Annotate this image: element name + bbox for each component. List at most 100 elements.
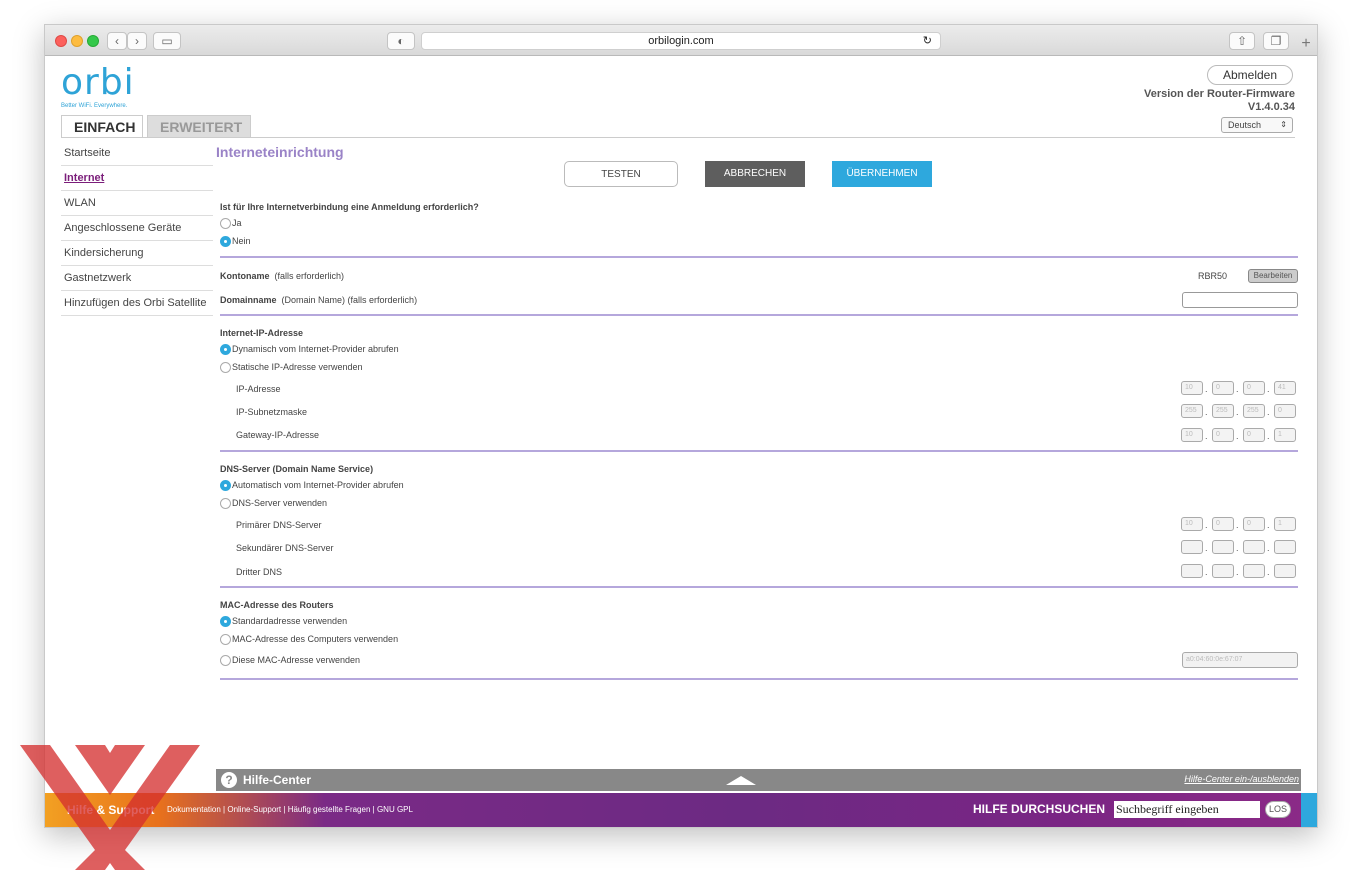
ip-octet-input[interactable]: 10 bbox=[1181, 517, 1203, 531]
online-support-link[interactable]: Online-Support bbox=[227, 805, 281, 814]
sidebar-item-wlan[interactable]: WLAN bbox=[61, 191, 213, 216]
back-button[interactable]: ‹ bbox=[107, 32, 127, 50]
cancel-button[interactable]: ABBRECHEN bbox=[705, 161, 805, 187]
help-search-label: HILFE DURCHSUCHEN bbox=[973, 802, 1105, 816]
help-search-input[interactable]: Suchbegriff eingeben bbox=[1114, 801, 1260, 818]
mac-default-radio[interactable]: Standardadresse verwenden bbox=[220, 616, 347, 627]
help-center-title: Hilfe-Center bbox=[243, 773, 312, 787]
reader-icon: ◐ bbox=[397, 34, 405, 48]
mac-computer-radio[interactable]: MAC-Adresse des Computers verwenden bbox=[220, 634, 398, 645]
sidebar-item-add-satellite[interactable]: Hinzufügen des Orbi Satellite bbox=[61, 291, 213, 316]
ip-octet-input[interactable]: 0 bbox=[1212, 428, 1234, 442]
primary-dns-input: 10. 0. 0. 1 bbox=[1181, 517, 1298, 531]
sidebar-item-internet[interactable]: Internet bbox=[61, 166, 213, 191]
reader-button[interactable]: ◐ bbox=[387, 32, 415, 50]
edit-account-button[interactable]: Bearbeiten bbox=[1248, 269, 1298, 283]
ip-octet-input[interactable]: 0 bbox=[1243, 428, 1265, 442]
minimize-window-button[interactable] bbox=[71, 35, 83, 47]
ip-octet-input[interactable]: 0 bbox=[1274, 404, 1296, 418]
chevron-left-icon: ‹ bbox=[115, 34, 119, 48]
ip-octet-input[interactable] bbox=[1181, 540, 1203, 554]
ip-octet-input[interactable]: 10 bbox=[1181, 381, 1203, 395]
ip-octet-input[interactable] bbox=[1212, 540, 1234, 554]
section-divider bbox=[220, 256, 1298, 258]
ip-static-radio[interactable]: Statische IP-Adresse verwenden bbox=[220, 362, 363, 373]
ip-octet-input[interactable]: 0 bbox=[1243, 381, 1265, 395]
ip-octet-input[interactable]: 255 bbox=[1181, 404, 1203, 418]
orbi-logo[interactable]: orbi Better WiFi. Everywhere. bbox=[61, 65, 135, 110]
tabs-button[interactable]: ❐ bbox=[1263, 32, 1289, 50]
ip-octet-input[interactable] bbox=[1212, 564, 1234, 578]
ip-octet-input[interactable]: 0 bbox=[1243, 517, 1265, 531]
url-text: orbilogin.com bbox=[648, 35, 714, 47]
domain-name-input[interactable] bbox=[1182, 292, 1298, 308]
sidebar-toggle-button[interactable]: ▭ bbox=[153, 32, 181, 50]
account-name-label: Kontoname bbox=[220, 271, 270, 281]
dns-manual-radio[interactable]: DNS-Server verwenden bbox=[220, 498, 327, 509]
dns-auto-radio[interactable]: Automatisch vom Internet-Provider abrufe… bbox=[220, 480, 404, 491]
mac-custom-radio[interactable]: Diese MAC-Adresse verwenden bbox=[220, 655, 360, 666]
chevron-right-icon: › bbox=[135, 34, 139, 48]
apply-button[interactable]: ÜBERNEHMEN bbox=[832, 161, 932, 187]
sidebar-item-devices[interactable]: Angeschlossene Geräte bbox=[61, 216, 213, 241]
ip-octet-input[interactable]: 41 bbox=[1274, 381, 1296, 395]
tab-basic[interactable]: EINFACH bbox=[61, 115, 143, 137]
login-question: Ist für Ihre Internetverbindung eine Anm… bbox=[220, 202, 479, 212]
logo-tagline: Better WiFi. Everywhere. bbox=[61, 103, 128, 109]
address-bar[interactable]: orbilogin.com ↻ bbox=[421, 32, 941, 50]
faq-link[interactable]: Häufig gestellte Fragen bbox=[288, 805, 371, 814]
firmware-info: Version der Router-Firmware V1.4.0.34 bbox=[1144, 88, 1295, 114]
subnet-mask-input: 255. 255. 255. 0 bbox=[1181, 404, 1298, 418]
ip-octet-input[interactable] bbox=[1274, 540, 1296, 554]
help-search-button[interactable]: LOS bbox=[1265, 801, 1291, 818]
ip-octet-input[interactable] bbox=[1243, 540, 1265, 554]
login-yes-radio[interactable]: Ja bbox=[220, 218, 242, 229]
share-button[interactable]: ⇧ bbox=[1229, 32, 1255, 50]
primary-dns-label: Primärer DNS-Server bbox=[236, 520, 322, 530]
sidebar-item-home[interactable]: Startseite bbox=[61, 141, 213, 166]
close-window-button[interactable] bbox=[55, 35, 67, 47]
language-select[interactable]: Deutsch ⇕ bbox=[1221, 117, 1293, 133]
gateway-ip-label: Gateway-IP-Adresse bbox=[236, 430, 320, 440]
expand-arrow-icon[interactable] bbox=[726, 776, 756, 785]
ip-dynamic-radio[interactable]: Dynamisch vom Internet-Provider abrufen bbox=[220, 344, 399, 355]
new-tab-button[interactable]: + bbox=[1295, 33, 1317, 55]
sidebar: Startseite Internet WLAN Angeschlossene … bbox=[61, 141, 213, 316]
help-center-toggle-link[interactable]: Hilfe-Center ein-/ausblenden bbox=[1184, 774, 1299, 784]
page-title: Interneteinrichtung bbox=[216, 144, 344, 160]
logout-button[interactable]: Abmelden bbox=[1207, 65, 1293, 85]
mac-address-input[interactable]: a0:04:60:0e:67:07 bbox=[1182, 652, 1298, 668]
sidebar-item-guest-network[interactable]: Gastnetzwerk bbox=[61, 266, 213, 291]
support-footer: Hilfe & Support Dokumentation | Online-S… bbox=[45, 793, 1317, 827]
ip-octet-input[interactable]: 1 bbox=[1274, 428, 1296, 442]
test-button[interactable]: TESTEN bbox=[564, 161, 678, 187]
plus-icon: + bbox=[1301, 35, 1311, 52]
tabs-icon: ❐ bbox=[1270, 34, 1282, 48]
ip-octet-input[interactable] bbox=[1274, 564, 1296, 578]
secondary-dns-label: Sekundärer DNS-Server bbox=[236, 543, 334, 553]
tab-advanced[interactable]: ERWEITERT bbox=[147, 115, 251, 137]
sidebar-item-parental-controls[interactable]: Kindersicherung bbox=[61, 241, 213, 266]
ip-octet-input[interactable]: 0 bbox=[1212, 381, 1234, 395]
firmware-version: V1.4.0.34 bbox=[1247, 101, 1295, 113]
forward-button[interactable]: › bbox=[127, 32, 147, 50]
firmware-label: Version der Router-Firmware bbox=[1144, 88, 1295, 100]
zoom-window-button[interactable] bbox=[87, 35, 99, 47]
account-name-hint: (falls erforderlich) bbox=[274, 271, 345, 281]
ip-octet-input[interactable] bbox=[1243, 564, 1265, 578]
help-center-bar[interactable]: ? Hilfe-Center Hilfe-Center ein-/ausblen… bbox=[216, 769, 1301, 791]
browser-titlebar: ‹ › ▭ ◐ orbilogin.com ↻ ⇧ ❐ + bbox=[45, 25, 1317, 56]
domain-name-row: Domainname (Domain Name) (falls erforder… bbox=[220, 295, 417, 305]
tab-divider bbox=[61, 137, 1295, 138]
ip-octet-input[interactable] bbox=[1181, 564, 1203, 578]
ip-octet-input[interactable]: 255 bbox=[1243, 404, 1265, 418]
gnu-gpl-link[interactable]: GNU GPL bbox=[377, 805, 413, 814]
section-divider bbox=[220, 314, 1298, 316]
ip-octet-input[interactable]: 0 bbox=[1212, 517, 1234, 531]
ip-octet-input[interactable]: 10 bbox=[1181, 428, 1203, 442]
login-no-radio[interactable]: Nein bbox=[220, 236, 251, 247]
ip-octet-input[interactable]: 255 bbox=[1212, 404, 1234, 418]
ip-address-label: IP-Adresse bbox=[236, 384, 281, 394]
ip-octet-input[interactable]: 1 bbox=[1274, 517, 1296, 531]
reload-icon[interactable]: ↻ bbox=[923, 33, 932, 49]
